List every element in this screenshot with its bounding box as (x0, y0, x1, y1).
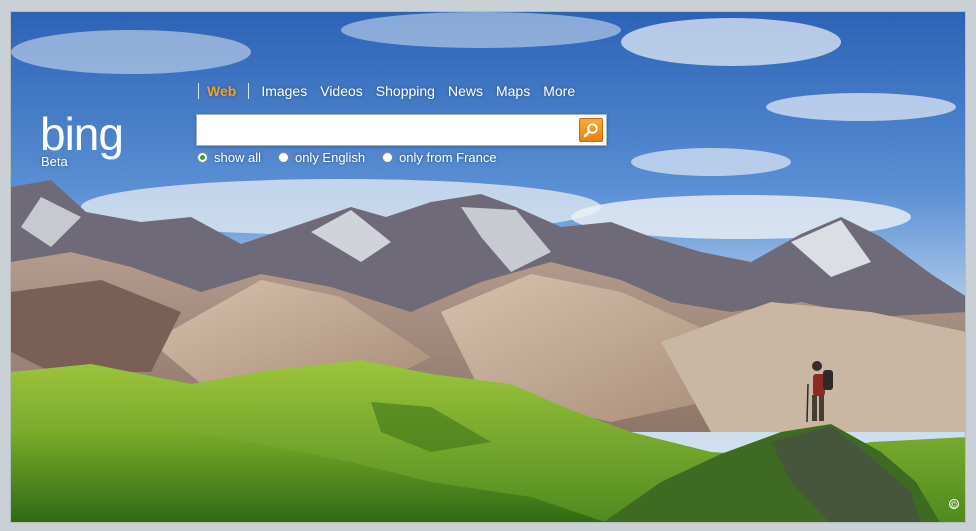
option-label: show all (214, 150, 261, 165)
bing-logo[interactable]: bing (40, 108, 168, 160)
option-only-english[interactable]: only English (277, 150, 366, 165)
nav-divider (248, 83, 250, 99)
option-show-all[interactable]: show all (197, 150, 261, 165)
radio-button[interactable] (382, 152, 394, 163)
search-button[interactable] (579, 118, 603, 142)
search-box (196, 114, 607, 146)
radio-button[interactable] (277, 152, 289, 163)
nav-news[interactable]: News (448, 83, 483, 99)
nav-divider (198, 83, 199, 99)
option-label: only from France (399, 150, 497, 165)
nav-images[interactable]: Images (261, 83, 307, 99)
nav-more[interactable]: More (543, 83, 575, 99)
option-label: only English (294, 150, 366, 165)
magnifier-icon (583, 123, 598, 138)
search-input[interactable] (201, 118, 573, 142)
nav-maps[interactable]: Maps (496, 83, 530, 99)
logo-wordmark: bing (40, 108, 123, 160)
nav-web[interactable]: Web (207, 83, 236, 99)
search-scope-options: show all only English only from France (197, 150, 514, 165)
beta-label: Beta (41, 154, 68, 169)
nav-shopping[interactable]: Shopping (376, 83, 435, 99)
option-only-from-france[interactable]: only from France (382, 150, 497, 165)
vertical-nav: Web Images Videos Shopping News Maps Mor… (198, 83, 588, 99)
homepage-frame: Web Images Videos Shopping News Maps Mor… (10, 11, 966, 523)
nav-videos[interactable]: Videos (320, 83, 363, 99)
radio-button-checked[interactable] (197, 152, 208, 163)
copyright-icon[interactable]: © (949, 499, 959, 510)
